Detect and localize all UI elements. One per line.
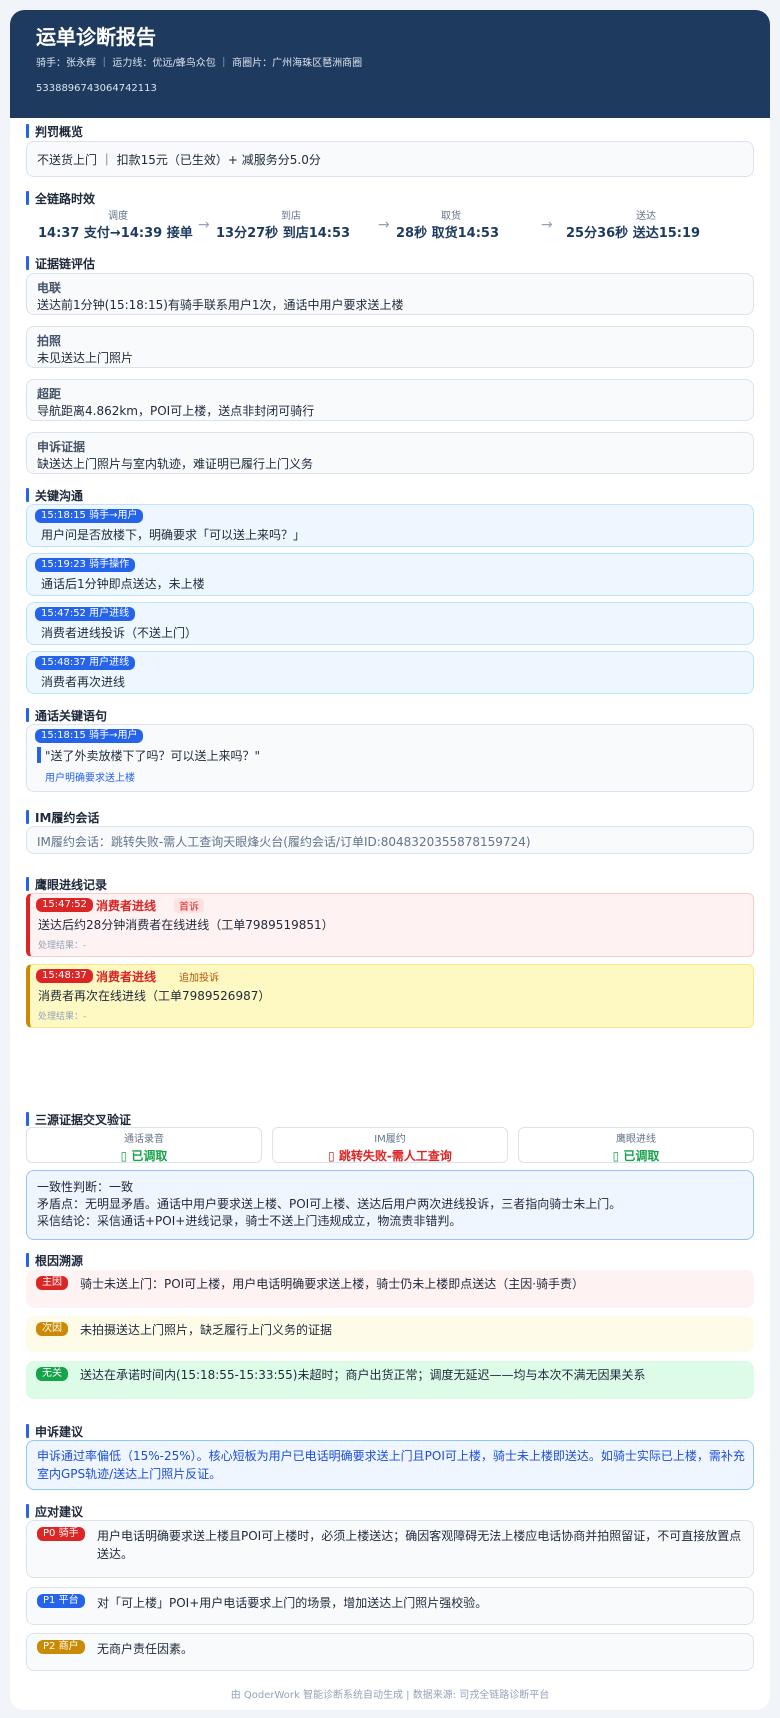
evidence-label: 拍照 — [37, 334, 62, 348]
root-tag: 次因 — [36, 1322, 68, 1336]
arrow-icon: → — [378, 217, 390, 233]
eagle-time: 15:47:52 — [36, 898, 93, 912]
evidence-item: 拍照 未见送达上门照片 — [26, 326, 754, 368]
eagle-result: 处理结果：- — [38, 1012, 87, 1022]
evidence-label: 申诉证据 — [37, 440, 86, 454]
evidence-item: 电联 送达前1分钟(15:18:15)有骑手联系用户1次，通话中用户要求送上楼 — [26, 273, 754, 315]
timeline-step: 送达 25分36秒 送达15:19 — [566, 211, 701, 241]
comm-tag: 15:18:15 骑手→用户 — [35, 509, 144, 523]
suggest-tag: P1 平台 — [37, 1594, 85, 1608]
penalty-card: 不送货上门 ｜ 扣款15元（已生效）+ 减服务分5.0分 — [26, 141, 754, 177]
comm-tag: 15:19:23 骑手操作 — [35, 558, 136, 572]
cross-sources: 通话录音 ▯ 已调取 IM履约 ▯ 跳转失败-需人工查询 鹰眼进线 ▯ 已调取 — [26, 1127, 754, 1165]
timeline: 调度 14:37 支付→14:39 接单 → 到店 13分27秒 到店14:53… — [26, 207, 754, 241]
conclusion-line: 一致性判断：一致 — [37, 1180, 134, 1194]
eagle-text: 消费者再次在线进线（工单7989526987） — [38, 989, 271, 1003]
suggest-tag: P0 骑手 — [37, 1527, 85, 1541]
eagle-kind: 消费者进线 — [96, 899, 157, 913]
source-call: 通话录音 ▯ 已调取 — [26, 1127, 262, 1163]
penalty-text: 不送货上门 ｜ 扣款15元（已生效）+ 减服务分5.0分 — [37, 153, 321, 167]
root-tag: 主因 — [36, 1276, 68, 1290]
root-tag: 无关 — [36, 1367, 68, 1381]
evidence-item: 超距 导航距离4.862km，POI可上楼，送点非封闭可骑行 — [26, 379, 754, 421]
comm-item: 15:48:37 用户进线 消费者再次进线 — [26, 651, 754, 694]
arrow-icon: → — [541, 217, 553, 233]
conclusion-line: 采信结论：采信通话+POI+进线记录，骑士不送上门违规成立，物流责非错判。 — [37, 1214, 462, 1228]
timeline-step: 到店 13分27秒 到店14:53 — [216, 211, 351, 241]
eagle-kind: 消费者进线 — [96, 970, 157, 984]
report-header: 运单诊断报告 骑手：张永辉 ｜ 运力线：优远/蜂鸟众包 ｜ 商圈片：广州海珠区琶… — [10, 10, 770, 118]
section-root-title: 根因溯源 — [26, 1252, 83, 1268]
root-item: 无关 送达在承诺时间内(15:18:55-15:33:55)未超时；商户出货正常… — [26, 1361, 754, 1399]
section-suggest-title: 应对建议 — [26, 1503, 83, 1519]
quote-bar — [37, 747, 41, 763]
appeal-card: 申诉通过率偏低（15%-25%）。核心短板为用户已电话明确要求送上门且POI可上… — [26, 1440, 754, 1490]
eagle-time: 15:48:37 — [36, 969, 93, 983]
evidence-item: 申诉证据 缺送达上门照片与室内轨迹，难证明已履行上门义务 — [26, 432, 754, 474]
section-comms-title: 关键沟通 — [26, 487, 83, 503]
eagle-result: 处理结果：- — [38, 941, 87, 951]
root-item: 次因 未拍摄送达上门照片，缺乏履行上门义务的证据 — [26, 1316, 754, 1352]
evidence-text: 缺送达上门照片与室内轨迹，难证明已履行上门义务 — [37, 457, 314, 471]
eagle-item: 15:47:52 消费者进线 首诉 送达后约28分钟消费者在线进线（工单7989… — [26, 893, 754, 957]
comm-item: 15:19:23 骑手操作 通话后1分钟即点送达，未上楼 — [26, 553, 754, 596]
evidence-text: 导航距离4.862km，POI可上楼，送点非封闭可骑行 — [37, 404, 315, 418]
call-tag: 15:18:15 骑手→用户 — [35, 729, 144, 743]
comm-text: 通话后1分钟即点送达，未上楼 — [41, 577, 205, 591]
suggest-tag: P2 商户 — [37, 1640, 85, 1654]
evidence-text: 送达前1分钟(15:18:15)有骑手联系用户1次，通话中用户要求送上楼 — [37, 298, 404, 312]
comm-tag: 15:47:52 用户进线 — [35, 607, 136, 621]
section-eagle-title: 鹰眼进线记录 — [26, 876, 107, 892]
order-id: 5338896743064742113 — [36, 83, 157, 94]
report-page: 运单诊断报告 骑手：张永辉 ｜ 运力线：优远/蜂鸟众包 ｜ 商圈片：广州海珠区琶… — [10, 10, 770, 1710]
suggest-item: P0 骑手 用户电话明确要求送上楼且POI可上楼时，必须上楼送达；确因客观障碍无… — [26, 1520, 754, 1578]
root-item: 主因 骑士未送上门：POI可上楼，用户电话明确要求送上楼，骑士仍未上楼即点送达（… — [26, 1270, 754, 1308]
rider-meta: 骑手：张永辉 ｜ 运力线：优远/蜂鸟众包 ｜ 商圈片：广州海珠区琶洲商圈 — [36, 58, 363, 69]
appeal-text: 申诉通过率偏低（15%-25%）。核心短板为用户已电话明确要求送上门且POI可上… — [37, 1449, 745, 1481]
eagle-text: 送达后约28分钟消费者在线进线（工单7989519851） — [38, 918, 334, 932]
suggest-text: 无商户责任因素。 — [97, 1642, 194, 1656]
suggest-item: P2 商户 无商户责任因素。 — [26, 1633, 754, 1671]
eagle-badge: 追加投诉 — [179, 973, 219, 984]
call-card: 15:18:15 骑手→用户 "送了外卖放楼下了吗？可以送上来吗？" 用户明确要… — [26, 724, 754, 792]
im-card: IM履约会话：跳转失败-需人工查询天眼烽火台(履约会话/订单ID:8048320… — [26, 826, 754, 854]
comm-item: 15:47:52 用户进线 消费者进线投诉（不送上门） — [26, 602, 754, 645]
comm-text: 消费者再次进线 — [41, 675, 126, 689]
evidence-text: 未见送达上门照片 — [37, 351, 134, 365]
timeline-step: 取货 28秒 取货14:53 — [396, 211, 499, 241]
source-im: IM履约 ▯ 跳转失败-需人工查询 — [272, 1127, 508, 1163]
root-text: 骑士未送上门：POI可上楼，用户电话明确要求送上楼，骑士仍未上楼即点送达（主因·… — [80, 1277, 585, 1291]
comm-text: 消费者进线投诉（不送上门） — [41, 626, 198, 640]
section-im-title: IM履约会话 — [26, 809, 99, 825]
comm-text: 用户问是否放楼下，明确要求「可以送上来吗？」 — [41, 528, 306, 542]
suggest-item: P1 平台 对「可上楼」POI+用户电话要求上门的场景，增加送达上门照片强校验。 — [26, 1587, 754, 1625]
suggest-text: 用户电话明确要求送上楼且POI可上楼时，必须上楼送达；确因客观障碍无法上楼应电话… — [97, 1529, 742, 1561]
section-call-title: 通话关键语句 — [26, 707, 107, 723]
evidence-label: 电联 — [37, 281, 62, 295]
eagle-badge: 首诉 — [174, 898, 204, 913]
section-evidence-title: 证据链评估 — [26, 255, 95, 271]
arrow-icon: → — [198, 217, 210, 233]
section-penalty-title: 判罚概览 — [26, 123, 83, 139]
root-text: 送达在承诺时间内(15:18:55-15:33:55)未超时；商户出货正常；调度… — [80, 1368, 646, 1382]
suggest-text: 对「可上楼」POI+用户电话要求上门的场景，增加送达上门照片强校验。 — [97, 1596, 488, 1610]
call-note: 用户明确要求送上楼 — [45, 773, 135, 784]
section-cross-title: 三源证据交叉验证 — [26, 1111, 131, 1127]
evidence-label: 超距 — [37, 387, 62, 401]
root-text: 未拍摄送达上门照片，缺乏履行上门义务的证据 — [80, 1323, 333, 1337]
cross-conclusion: 一致性判断：一致 矛盾点：无明显矛盾。通话中用户要求送上楼、POI可上楼、送达后… — [26, 1170, 754, 1240]
section-appeal-title: 申诉建议 — [26, 1423, 83, 1439]
comm-item: 15:18:15 骑手→用户 用户问是否放楼下，明确要求「可以送上来吗？」 — [26, 504, 754, 547]
source-eagle: 鹰眼进线 ▯ 已调取 — [518, 1127, 754, 1163]
comm-tag: 15:48:37 用户进线 — [35, 656, 136, 670]
timeline-step: 调度 14:37 支付→14:39 接单 — [38, 211, 193, 241]
page-title: 运单诊断报告 — [36, 25, 156, 49]
call-quote: "送了外卖放楼下了吗？可以送上来吗？" — [45, 749, 261, 763]
eagle-item: 15:48:37 消费者进线 追加投诉 消费者再次在线进线（工单79895269… — [26, 964, 754, 1028]
section-timeline-title: 全链路时效 — [26, 190, 95, 206]
conclusion-line: 矛盾点：无明显矛盾。通话中用户要求送上楼、POI可上楼、送达后用户两次进线投诉，… — [37, 1197, 622, 1211]
footer: 由 QoderWork 智能诊断系统自动生成 | 数据来源: 司戎全链路诊断平台 — [230, 1690, 550, 1701]
im-text: IM履约会话：跳转失败-需人工查询天眼烽火台(履约会话/订单ID:8048320… — [37, 835, 531, 849]
